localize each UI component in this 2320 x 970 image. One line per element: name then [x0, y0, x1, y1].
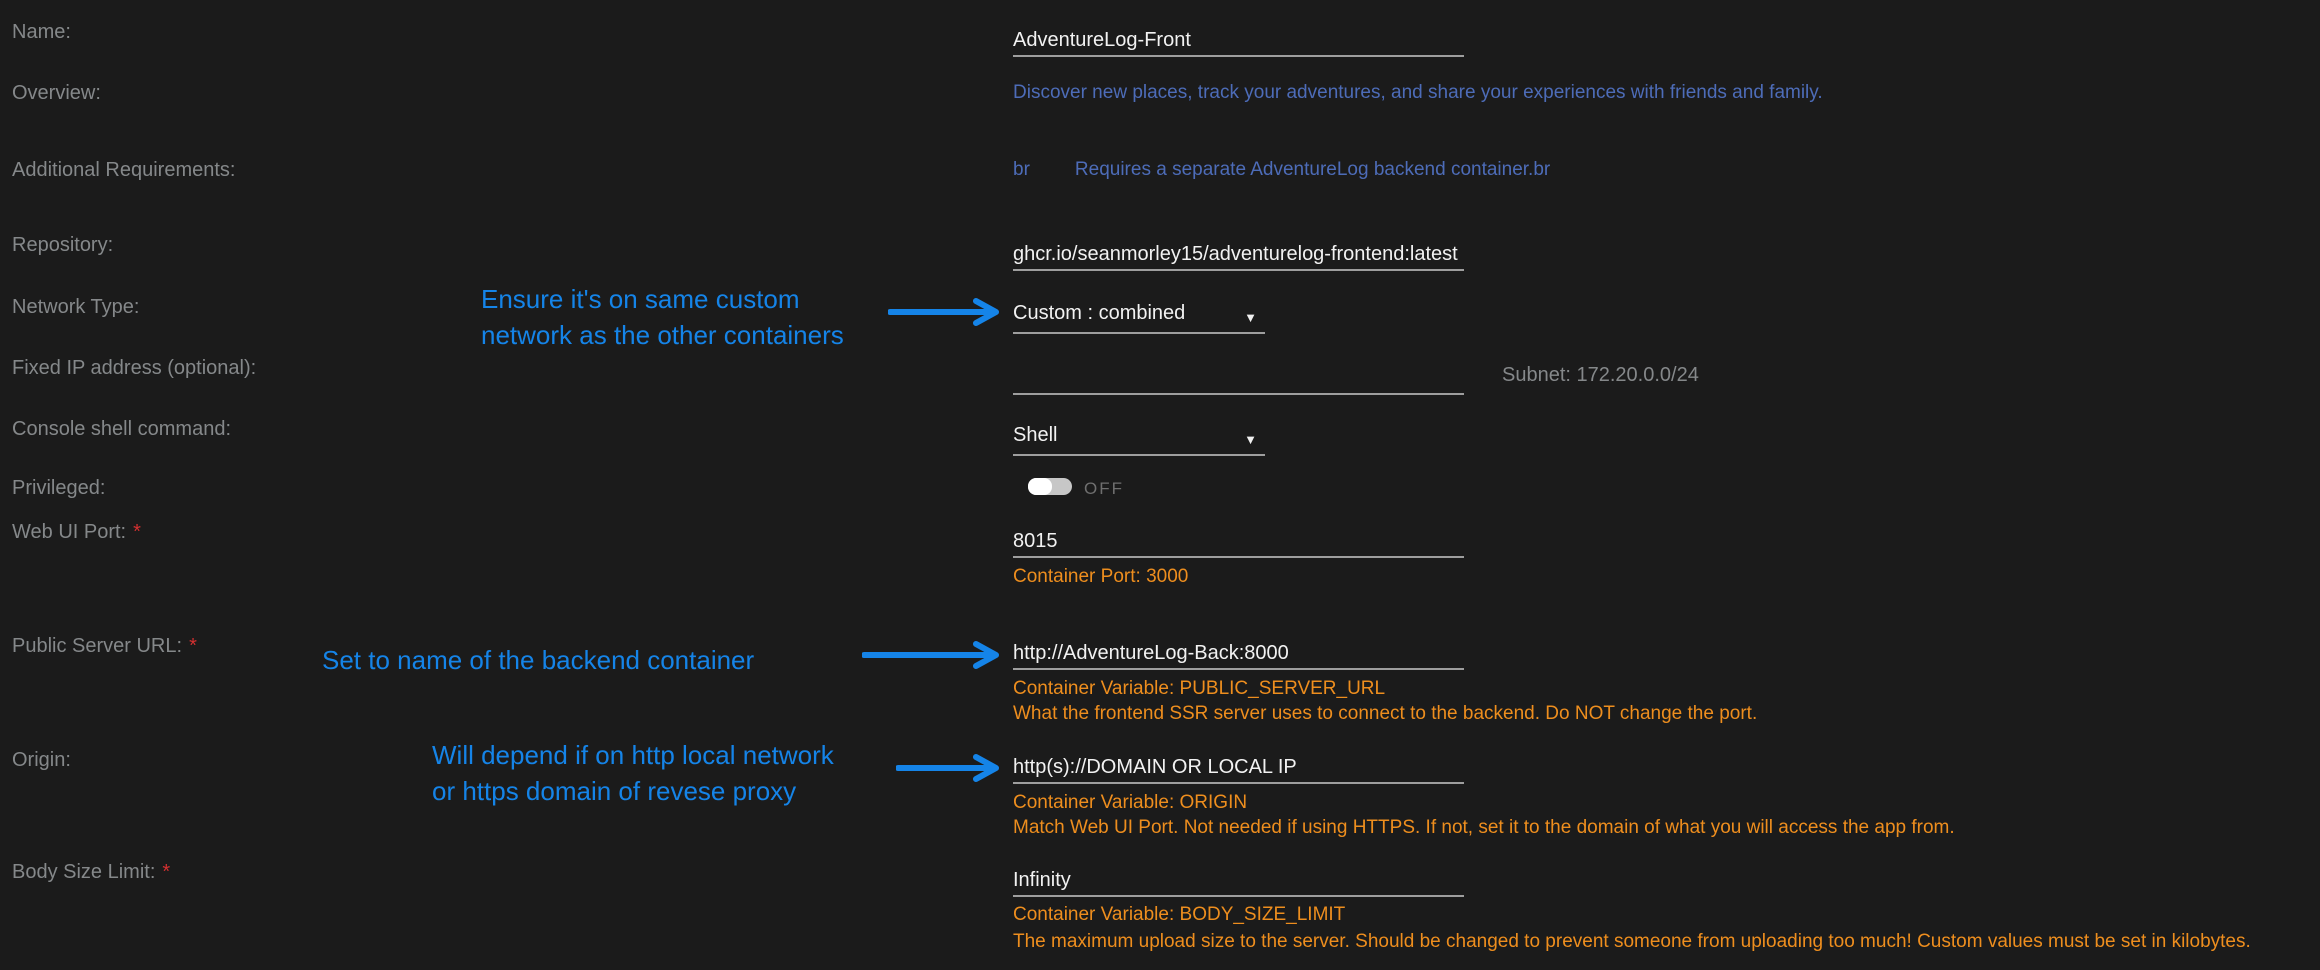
- web-ui-port-input[interactable]: [1013, 526, 1464, 558]
- required-asterisk: *: [162, 861, 170, 883]
- privileged-label: Privileged:: [12, 477, 105, 499]
- required-asterisk: *: [133, 521, 141, 543]
- fixed-ip-label-text: Fixed IP address (optional):: [12, 357, 256, 379]
- public-server-url-variable-help: Container Variable: PUBLIC_SERVER_URL: [1013, 678, 1385, 700]
- origin-variable-help: Container Variable: ORIGIN: [1013, 792, 1247, 814]
- body-size-limit-description-help: The maximum upload size to the server. S…: [1013, 931, 2251, 953]
- public-server-url-label-text: Public Server URL:: [12, 635, 182, 657]
- network-annotation-line1: Ensure it's on same custom: [481, 281, 844, 317]
- public-server-url-annotation-line1: Set to name of the backend container: [322, 642, 754, 678]
- privileged-toggle[interactable]: [1028, 478, 1072, 495]
- public-server-url-description-help: What the frontend SSR server uses to con…: [1013, 703, 1757, 725]
- console-shell-selected-value: Shell: [1013, 424, 1057, 446]
- public-server-url-annotation: Set to name of the backend container: [322, 642, 754, 678]
- origin-annotation: Will depend if on http local network or …: [432, 737, 834, 809]
- additional-requirements-text: br Requires a separate AdventureLog backe…: [1013, 159, 1550, 181]
- name-label-text: Name:: [12, 21, 71, 43]
- body-size-limit-label-text: Body Size Limit:: [12, 861, 155, 883]
- body-size-limit-input[interactable]: [1013, 865, 1464, 897]
- network-annotation-line2: network as the other containers: [481, 317, 844, 353]
- required-asterisk: *: [189, 635, 197, 657]
- origin-description-help: Match Web UI Port. Not needed if using H…: [1013, 817, 1955, 839]
- privileged-toggle-state: OFF: [1084, 479, 1124, 499]
- console-shell-label-text: Console shell command:: [12, 418, 231, 440]
- name-input[interactable]: [1013, 25, 1464, 57]
- public-server-url-label: Public Server URL: *: [12, 635, 197, 657]
- fixed-ip-input[interactable]: [1013, 363, 1464, 395]
- fixed-ip-label: Fixed IP address (optional):: [12, 357, 256, 379]
- origin-label-text: Origin:: [12, 749, 71, 771]
- web-ui-port-label: Web UI Port: *: [12, 521, 141, 543]
- dropdown-caret-icon: ▼: [1244, 427, 1257, 453]
- repository-label: Repository:: [12, 234, 113, 256]
- subnet-note: Subnet: 172.20.0.0/24: [1502, 364, 1699, 387]
- network-annotation: Ensure it's on same custom network as th…: [481, 281, 844, 353]
- console-shell-select[interactable]: Shell ▼: [1013, 422, 1265, 456]
- body-size-limit-label: Body Size Limit: *: [12, 861, 170, 883]
- origin-input[interactable]: [1013, 752, 1464, 784]
- public-server-url-input[interactable]: [1013, 638, 1464, 670]
- dropdown-caret-icon: ▼: [1244, 305, 1257, 331]
- overview-text: Discover new places, track your adventur…: [1013, 82, 1823, 104]
- right-arrow-icon: [862, 639, 1000, 671]
- additional-requirements-body: Requires a separate AdventureLog backend…: [1075, 159, 1550, 180]
- additional-requirements-label: Additional Requirements:: [12, 159, 235, 181]
- body-size-limit-variable-help: Container Variable: BODY_SIZE_LIMIT: [1013, 904, 1345, 926]
- privileged-label-text: Privileged:: [12, 477, 105, 499]
- origin-label: Origin:: [12, 749, 71, 771]
- origin-annotation-line2: or https domain of revese proxy: [432, 773, 834, 809]
- container-settings-page: Name: Overview: Additional Requirements:…: [0, 0, 2320, 970]
- additional-requirements-label-text: Additional Requirements:: [12, 159, 235, 181]
- right-arrow-icon: [896, 752, 1000, 784]
- repository-label-text: Repository:: [12, 234, 113, 256]
- network-type-label: Network Type:: [12, 296, 139, 318]
- repository-input[interactable]: [1013, 239, 1464, 271]
- web-ui-port-help: Container Port: 3000: [1013, 566, 1188, 588]
- network-type-label-text: Network Type:: [12, 296, 139, 318]
- web-ui-port-label-text: Web UI Port:: [12, 521, 126, 543]
- privileged-toggle-knob: [1028, 478, 1052, 495]
- overview-label: Overview:: [12, 82, 101, 104]
- origin-annotation-line1: Will depend if on http local network: [432, 737, 834, 773]
- name-label: Name:: [12, 21, 71, 43]
- network-type-select[interactable]: Custom : combined ▼: [1013, 300, 1265, 334]
- additional-requirements-prefix: br: [1013, 159, 1030, 180]
- network-type-selected-value: Custom : combined: [1013, 302, 1185, 324]
- overview-label-text: Overview:: [12, 82, 101, 104]
- console-shell-label: Console shell command:: [12, 418, 231, 440]
- right-arrow-icon: [888, 296, 1000, 328]
